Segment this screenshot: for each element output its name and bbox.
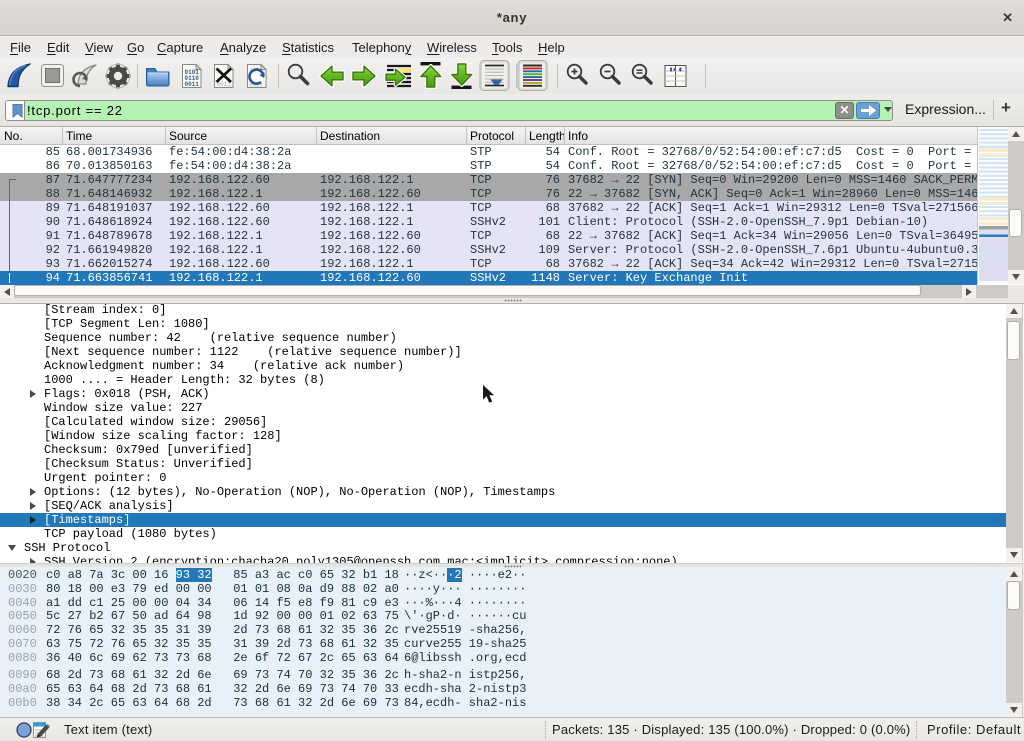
svg-text:0011: 0011 [185,81,200,88]
